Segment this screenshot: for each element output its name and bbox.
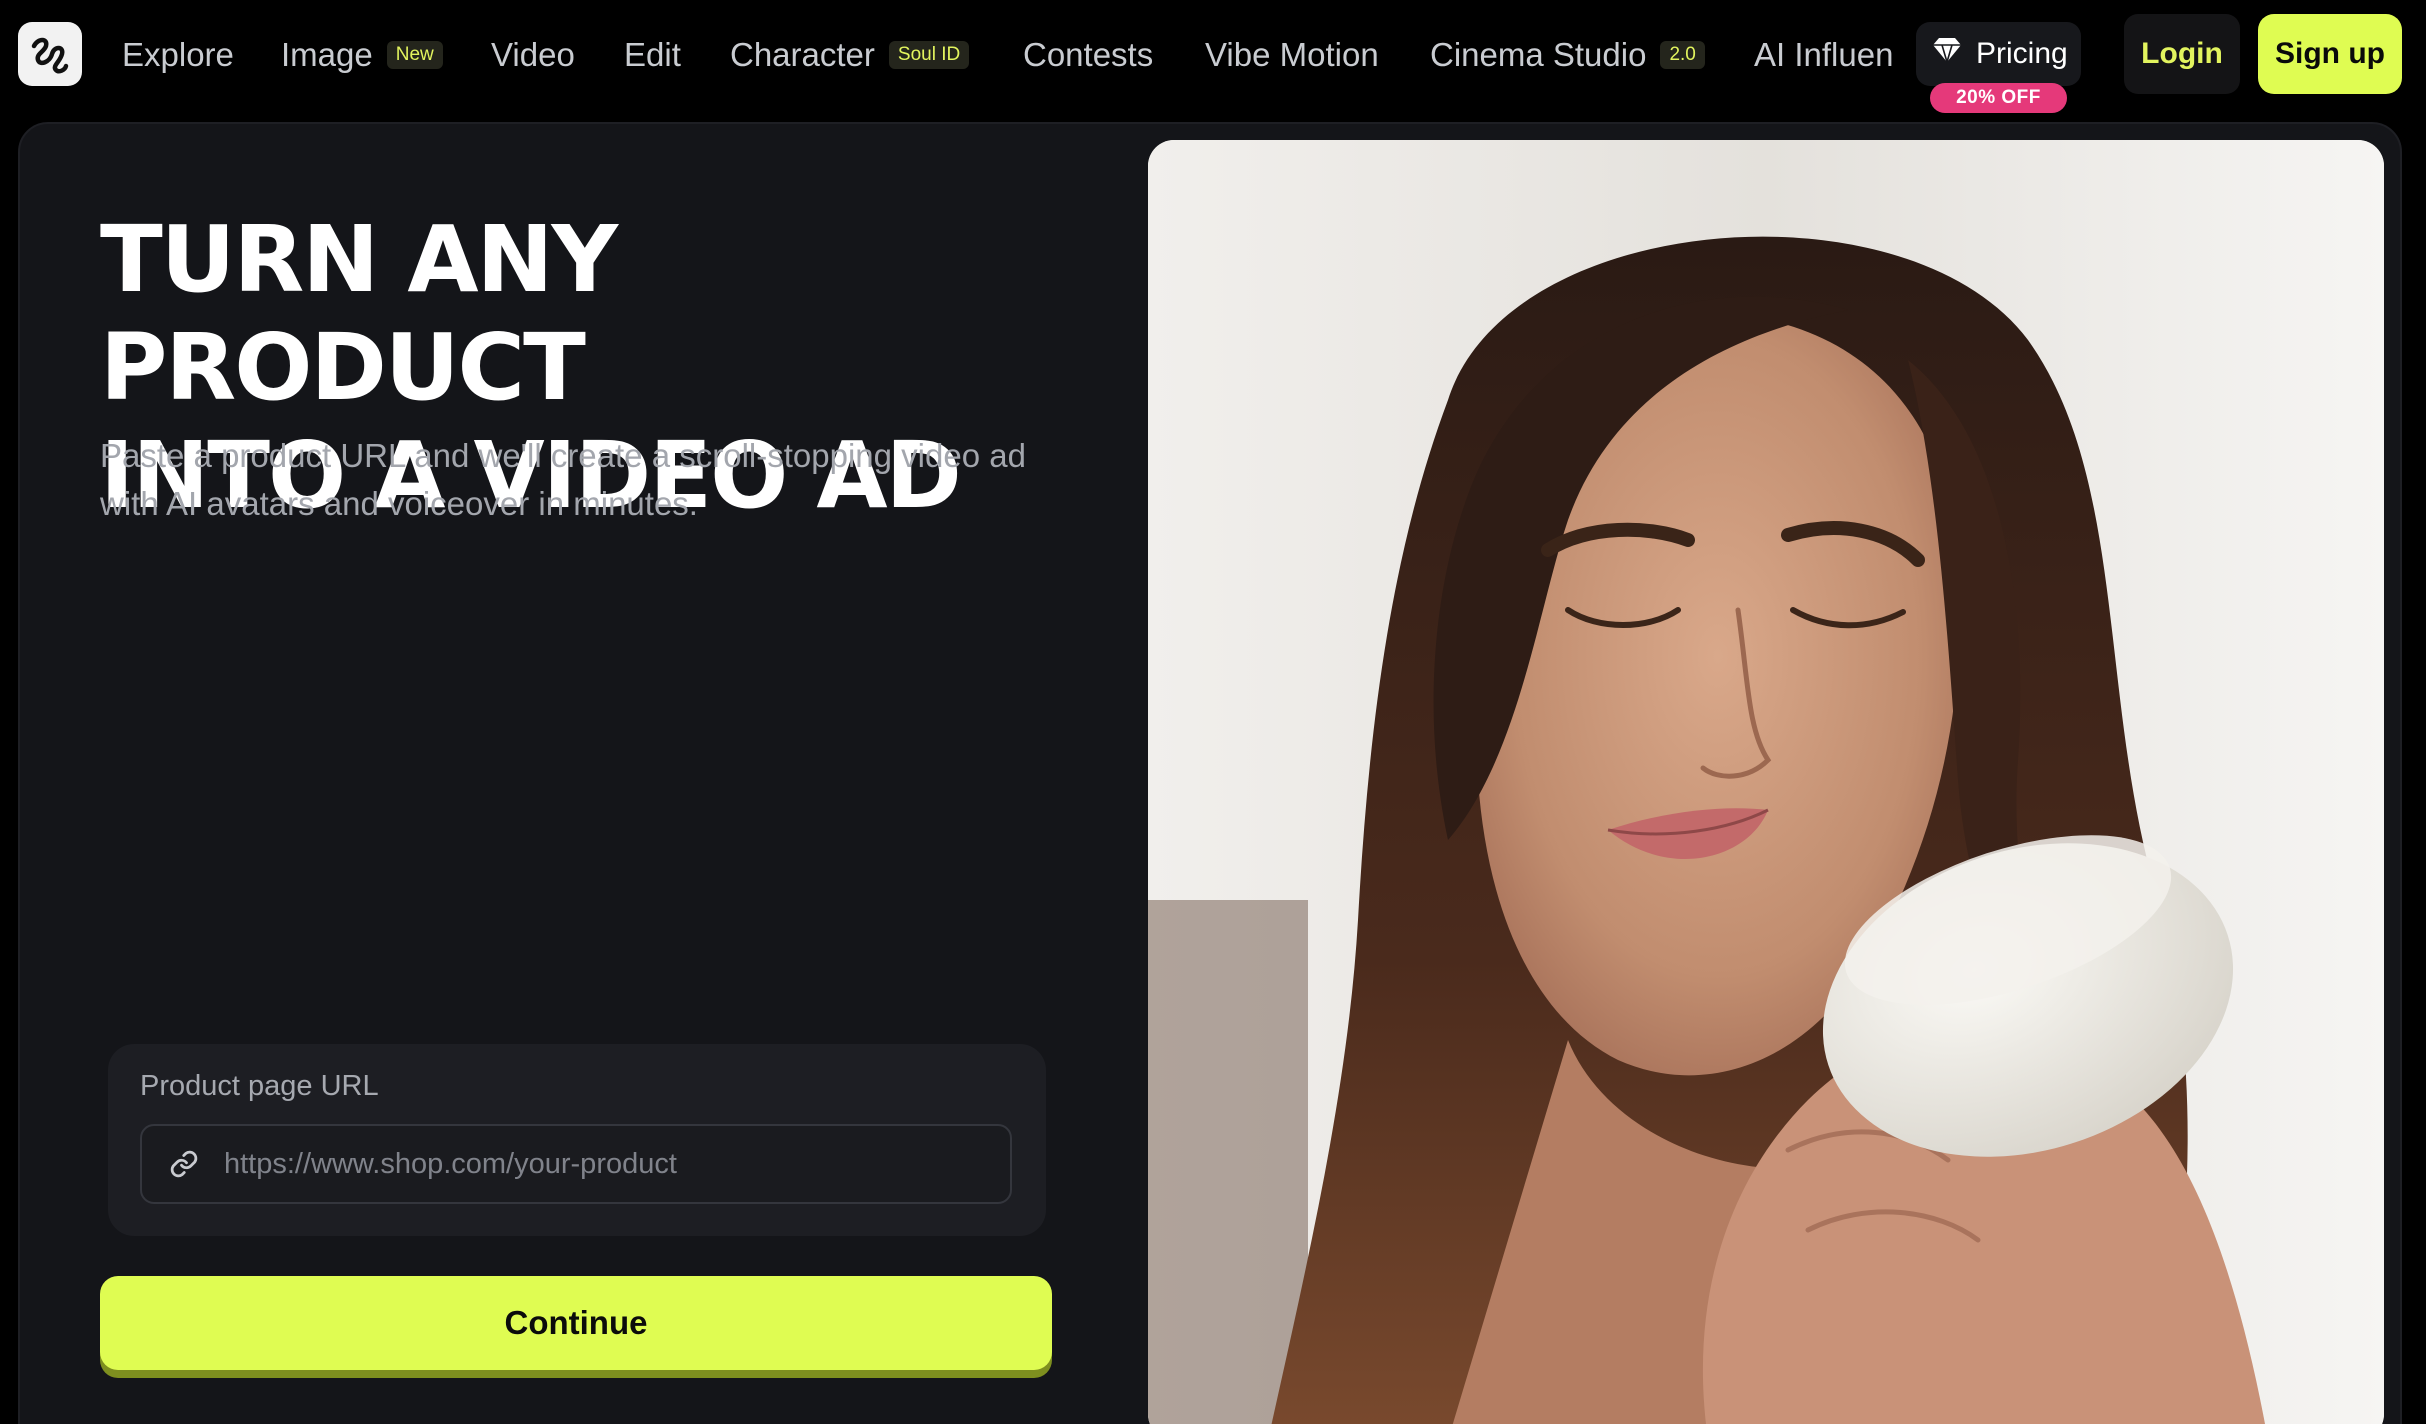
nav-item-label: AI Influen: [1754, 36, 1894, 73]
nav-item-video[interactable]: Video: [491, 30, 575, 80]
top-navigation: Explore Image New Video Edit Character S…: [0, 0, 2426, 113]
nav-item-label: Contests: [1023, 36, 1154, 73]
url-field-label: Product page URL: [140, 1070, 379, 1102]
title-line-1: TURN ANY PRODUCT: [100, 206, 618, 421]
subtitle-line-1: Paste a product URL and we'll create a s…: [100, 437, 1026, 474]
pricing-button[interactable]: Pricing: [1916, 22, 2081, 86]
url-field[interactable]: [140, 1124, 1012, 1204]
page-subtitle: Paste a product URL and we'll create a s…: [100, 432, 1060, 528]
woman-smelling-product-image: [1148, 140, 2384, 1424]
nav-item-label: Edit: [624, 36, 681, 73]
nav-item-vibe-motion[interactable]: Vibe Motion: [1205, 30, 1379, 80]
nav-item-edit[interactable]: Edit: [624, 30, 681, 80]
subtitle-line-2: with AI avatars and voiceover in minutes…: [100, 485, 698, 522]
signup-button[interactable]: Sign up: [2258, 14, 2402, 94]
soul-id-badge: Soul ID: [888, 40, 970, 70]
nav-item-image[interactable]: Image New: [281, 30, 443, 80]
link-icon: [166, 1146, 202, 1182]
nav-item-label: Video: [491, 36, 575, 73]
app-logo-icon[interactable]: [18, 22, 82, 86]
hero-video-preview: [1148, 140, 2384, 1424]
pricing-label: Pricing: [1976, 37, 2068, 70]
nav-item-character[interactable]: Character Soul ID: [730, 30, 970, 80]
login-button[interactable]: Login: [2124, 14, 2240, 94]
gem-icon: [1932, 37, 1962, 71]
continue-button[interactable]: Continue: [100, 1276, 1052, 1370]
nav-item-ai-influencer[interactable]: AI Influen: [1754, 30, 1893, 80]
nav-item-label: Vibe Motion: [1205, 36, 1379, 73]
product-url-input[interactable]: [224, 1147, 1004, 1181]
nav-item-explore[interactable]: Explore: [122, 30, 234, 80]
nav-item-label: Image: [281, 36, 373, 73]
nav-item-label: Cinema Studio: [1430, 36, 1647, 73]
discount-badge: 20% OFF: [1930, 83, 2067, 113]
nav-item-label: Character: [730, 36, 875, 73]
nav-item-contests[interactable]: Contests: [1023, 30, 1153, 80]
version-badge: 2.0: [1660, 40, 1705, 70]
nav-item-label: Explore: [122, 36, 234, 73]
nav-item-cinema-studio[interactable]: Cinema Studio 2.0: [1430, 30, 1705, 80]
new-badge: New: [386, 40, 443, 70]
